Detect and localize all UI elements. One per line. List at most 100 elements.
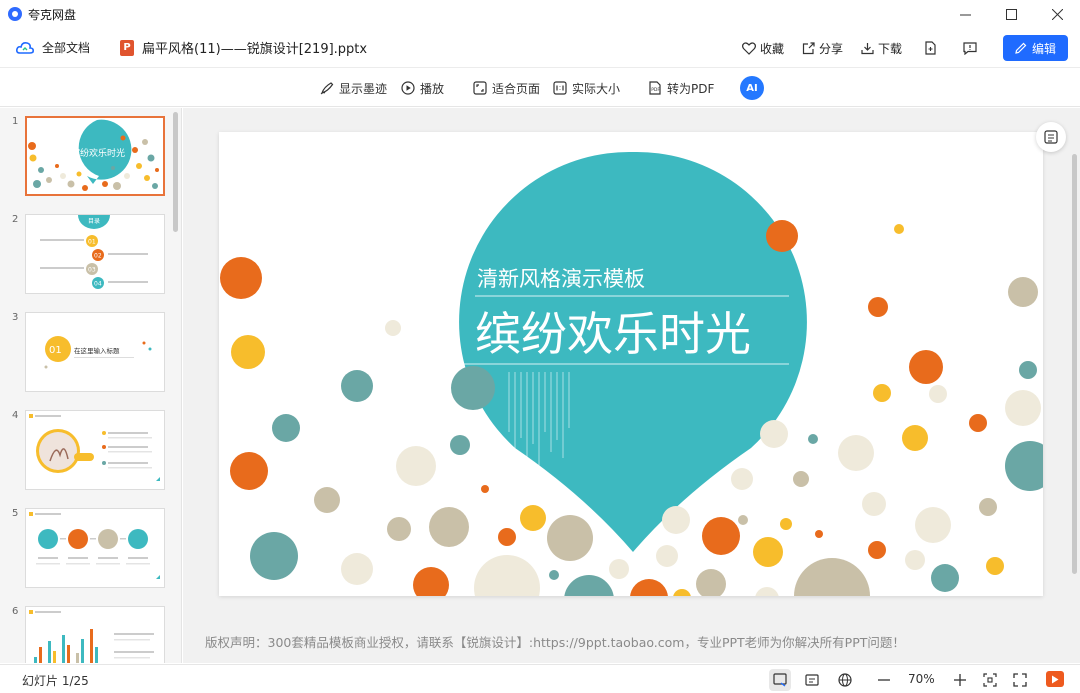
- fit-window-button[interactable]: [979, 669, 1001, 691]
- toc-item-number: 01: [88, 239, 96, 246]
- thumbnail-preview: 目录 01 02 03 04: [40, 215, 148, 289]
- pdf-icon: PDF: [649, 81, 661, 95]
- thumbnail-slide-6[interactable]: [25, 606, 165, 663]
- thumbnail-preview: [29, 414, 160, 481]
- normal-view-button[interactable]: [769, 669, 791, 691]
- thumbnail-item[interactable]: 4: [0, 410, 181, 492]
- fit-page-icon: [473, 81, 487, 95]
- notes-icon: [805, 674, 819, 686]
- edit-label: 编辑: [1031, 41, 1056, 56]
- favorite-button[interactable]: 收藏: [741, 40, 784, 57]
- slideshow-play-button[interactable]: [1046, 671, 1064, 687]
- fullscreen-icon: [1013, 673, 1027, 687]
- share-button[interactable]: 分享: [802, 40, 843, 57]
- ai-label: AI: [746, 82, 758, 94]
- thumbnail-number: 1: [12, 116, 19, 127]
- slide-subtitle: 清新风格演示模板: [477, 267, 645, 291]
- show-ink-button[interactable]: 显示墨迹: [320, 69, 387, 107]
- thumbnail-item[interactable]: 5: [0, 508, 181, 590]
- all-docs-link[interactable]: 全部文档: [16, 39, 90, 56]
- thumbnail-slide-1[interactable]: 缤纷欢乐时光: [25, 116, 165, 196]
- feedback-icon: [963, 41, 977, 55]
- toc-item-number: 02: [94, 253, 102, 260]
- feedback-button[interactable]: [963, 41, 981, 55]
- convert-pdf-button[interactable]: PDF 转为PDF: [648, 69, 714, 107]
- heart-icon: [741, 41, 756, 55]
- thumbnail-scrollbar[interactable]: [173, 112, 178, 232]
- actual-size-icon: [553, 81, 567, 95]
- thumbnail-slide-2[interactable]: 目录 01 02 03 04: [25, 214, 165, 294]
- web-view-button[interactable]: [834, 669, 856, 691]
- save-to-drive-button[interactable]: [924, 41, 941, 55]
- minimize-button[interactable]: [942, 0, 988, 28]
- ai-assistant-button[interactable]: AI: [740, 76, 764, 100]
- thumbnail-slide-3[interactable]: 01 在这里输入标题: [25, 312, 165, 392]
- save-file-icon: [925, 41, 936, 55]
- thumbnail-item[interactable]: 1 缤纷欢乐时光: [0, 116, 181, 198]
- minus-icon: [878, 679, 890, 681]
- thumbnail-slide-5[interactable]: [25, 508, 165, 588]
- zoom-in-button[interactable]: [949, 669, 971, 691]
- current-slide: 清新风格演示模板 缤纷欢乐时光: [219, 132, 1043, 596]
- convert-pdf-label: 转为PDF: [667, 81, 715, 96]
- section-badge: 01: [49, 345, 62, 356]
- svg-text:PDF: PDF: [651, 87, 660, 93]
- download-label: 下载: [877, 41, 902, 56]
- thumbnail-item[interactable]: 3 01 在这里输入标题: [0, 312, 181, 394]
- fit-window-icon: [983, 673, 997, 687]
- thumbnail-title: 缤纷欢乐时光: [71, 147, 125, 159]
- section-title: 在这里输入标题: [74, 346, 120, 355]
- file-name: 扁平风格(11)——锐旗设计[219].pptx: [142, 42, 368, 57]
- close-icon: [1051, 8, 1063, 20]
- thumbnail-number: 2: [12, 214, 19, 225]
- thumbnail-preview: [29, 512, 160, 579]
- slide-thumbnail-panel: 1 缤纷欢乐时光 2 目录 01 02 03 04 3 01 在这里输入标题 4…: [0, 108, 182, 663]
- slides-panel-icon: [1044, 130, 1058, 144]
- viewer-toolbar: 显示墨迹 播放 适合页面 实际大小 PDF 转为PDF AI: [0, 69, 1080, 107]
- thumbnail-preview: [29, 610, 154, 663]
- thumbnail-number: 6: [12, 606, 19, 617]
- plus-icon: [954, 674, 966, 686]
- thumbnail-item[interactable]: 2 目录 01 02 03 04: [0, 214, 181, 296]
- zoom-out-button[interactable]: [873, 669, 895, 691]
- floating-tool-button[interactable]: [1036, 122, 1066, 152]
- play-button[interactable]: 播放: [401, 69, 444, 107]
- play-label: 播放: [420, 81, 445, 96]
- minimize-icon: [959, 14, 971, 15]
- copyright-notice: 版权声明：300套精品模板商业授权，请联系【锐旗设计】:https://9ppt…: [205, 635, 905, 650]
- file-tab[interactable]: P 扁平风格(11)——锐旗设计[219].pptx: [120, 38, 367, 57]
- canvas-scrollbar[interactable]: [1072, 154, 1077, 574]
- ink-pen-icon: [320, 82, 334, 95]
- actual-size-label: 实际大小: [572, 81, 621, 96]
- document-header: 全部文档 P 扁平风格(11)——锐旗设计[219].pptx 收藏 分享 下载…: [0, 28, 1080, 68]
- toc-item-number: 04: [94, 281, 102, 288]
- ppt-file-icon: P: [120, 39, 135, 56]
- download-button[interactable]: 下载: [861, 40, 902, 57]
- title-bar: 夸克网盘: [0, 0, 1080, 28]
- show-ink-label: 显示墨迹: [339, 81, 388, 96]
- normal-view-icon: [773, 673, 787, 687]
- thumbnail-number: 4: [12, 410, 19, 421]
- thumbnail-slide-4[interactable]: [25, 410, 165, 490]
- thumbnail-item[interactable]: 6: [0, 606, 181, 663]
- slide-artwork: 清新风格演示模板 缤纷欢乐时光: [220, 151, 1043, 596]
- globe-icon: [838, 673, 852, 687]
- actual-size-button[interactable]: 实际大小: [553, 69, 620, 107]
- edit-button[interactable]: 编辑: [1002, 35, 1068, 61]
- thumbnail-preview: 01 在这里输入标题: [44, 336, 152, 369]
- zoom-level[interactable]: 70%: [908, 672, 935, 686]
- fullscreen-button[interactable]: [1009, 669, 1031, 691]
- app-title: 夸克网盘: [28, 7, 77, 22]
- status-bar: 幻灯片 1/25 70%: [0, 664, 1080, 693]
- maximize-button[interactable]: [988, 0, 1034, 28]
- slide-title: 缤纷欢乐时光: [475, 307, 751, 361]
- thumbnail-number: 5: [12, 508, 19, 519]
- share-label: 分享: [818, 41, 843, 56]
- fit-page-label: 适合页面: [492, 81, 541, 96]
- play-circle-icon: [401, 81, 415, 95]
- fit-page-button[interactable]: 适合页面: [473, 69, 540, 107]
- notes-view-button[interactable]: [801, 669, 823, 691]
- quark-logo-icon: [8, 7, 22, 21]
- play-icon: [1052, 675, 1059, 683]
- close-button[interactable]: [1034, 0, 1080, 28]
